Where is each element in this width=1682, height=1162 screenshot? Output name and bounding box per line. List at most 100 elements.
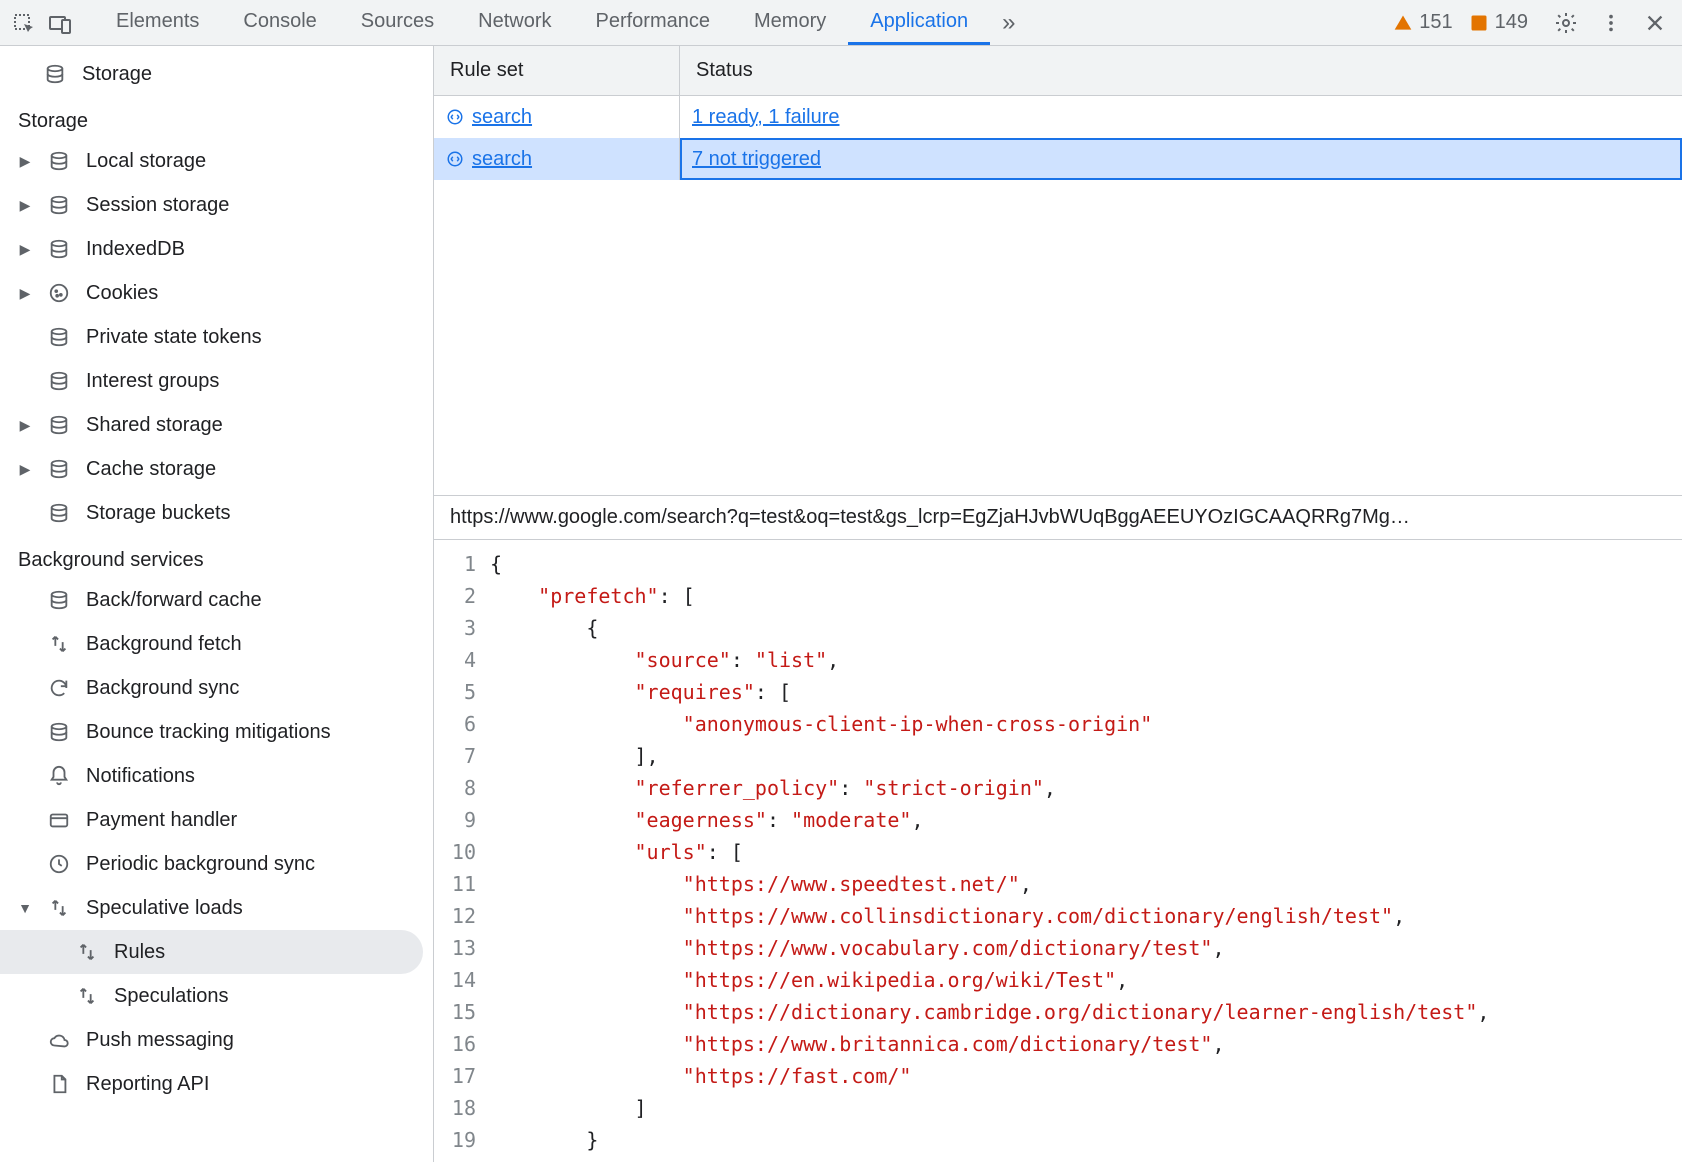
- clock-icon: [46, 853, 72, 875]
- sidebar-item-speculations[interactable]: Speculations: [0, 974, 433, 1018]
- rule-name-link[interactable]: search: [472, 106, 532, 129]
- sidebar-item-label: Reporting API: [86, 1073, 209, 1096]
- code-line: 19 }: [434, 1124, 1682, 1156]
- sidebar-item-rules[interactable]: Rules: [0, 930, 423, 974]
- db-icon: [46, 150, 72, 172]
- db-icon: [46, 458, 72, 480]
- code-line: 2 "prefetch": [: [434, 580, 1682, 612]
- db-icon: [46, 414, 72, 436]
- code-line: 7 ],: [434, 740, 1682, 772]
- device-toggle-icon[interactable]: [48, 12, 70, 34]
- sidebar-item-label: Private state tokens: [86, 326, 262, 349]
- sidebar-item-notifications[interactable]: ▶ Notifications: [0, 754, 433, 798]
- sidebar-item-storage-buckets[interactable]: ▶ Storage buckets: [0, 491, 433, 535]
- json-source-viewer[interactable]: 1{2 "prefetch": [3 {4 "source": "list",5…: [434, 540, 1682, 1162]
- line-number: 7: [434, 740, 490, 772]
- sidebar-item-private-state-tokens[interactable]: ▶ Private state tokens: [0, 315, 433, 359]
- tab-application[interactable]: Application: [848, 0, 990, 45]
- line-number: 18: [434, 1092, 490, 1124]
- tab-memory[interactable]: Memory: [732, 0, 848, 45]
- rule-name-link[interactable]: search: [472, 148, 532, 171]
- rules-table: Rule set Status search 1 ready, 1 failure…: [434, 46, 1682, 496]
- db-icon: [46, 370, 72, 392]
- sidebar-item-bounce-tracking-mitigations[interactable]: ▶ Bounce tracking mitigations: [0, 710, 433, 754]
- sidebar-item-speculative-loads[interactable]: ▼ Speculative loads: [0, 886, 433, 930]
- line-number: 6: [434, 708, 490, 740]
- sidebar-item-label: Notifications: [86, 765, 195, 788]
- sidebar-item-label: Background sync: [86, 677, 239, 700]
- sidebar-item-background-fetch[interactable]: ▶ Background fetch: [0, 622, 433, 666]
- issues-count[interactable]: 149: [1463, 11, 1534, 34]
- code-line: 6 "anonymous-client-ip-when-cross-origin…: [434, 708, 1682, 740]
- sidebar-item-push-messaging[interactable]: ▶ Push messaging: [0, 1018, 433, 1062]
- sidebar-item-label: Cache storage: [86, 458, 216, 481]
- sidebar-item-local-storage[interactable]: ▶ Local storage: [0, 139, 433, 183]
- sidebar-item-shared-storage[interactable]: ▶ Shared storage: [0, 403, 433, 447]
- line-number: 3: [434, 612, 490, 644]
- line-number: 13: [434, 932, 490, 964]
- sidebar-item-label: Bounce tracking mitigations: [86, 721, 331, 744]
- sidebar-item-label: Push messaging: [86, 1029, 234, 1052]
- sidebar-item-storage-top[interactable]: Storage: [0, 52, 433, 96]
- line-number: 15: [434, 996, 490, 1028]
- rule-status-link[interactable]: 7 not triggered: [692, 148, 821, 171]
- sidebar-item-periodic-background-sync[interactable]: ▶ Periodic background sync: [0, 842, 433, 886]
- chevron-down-icon[interactable]: ▼: [18, 900, 32, 916]
- line-number: 2: [434, 580, 490, 612]
- code-line: 10 "urls": [: [434, 836, 1682, 868]
- sidebar-item-reporting-api[interactable]: ▶ Reporting API: [0, 1062, 433, 1106]
- column-header-status[interactable]: Status: [680, 46, 1682, 95]
- db-icon: [46, 589, 72, 611]
- settings-icon[interactable]: [1554, 11, 1578, 35]
- line-number: 14: [434, 964, 490, 996]
- inspect-icon[interactable]: [12, 12, 34, 34]
- bell-icon: [46, 765, 72, 787]
- devtools-toolbar: ElementsConsoleSourcesNetworkPerformance…: [0, 0, 1682, 46]
- tab-network[interactable]: Network: [456, 0, 573, 45]
- sidebar-section-title: Storage: [0, 96, 433, 139]
- kebab-menu-icon[interactable]: [1600, 12, 1622, 34]
- chevron-right-icon[interactable]: ▶: [18, 241, 32, 258]
- column-header-ruleset[interactable]: Rule set: [434, 46, 680, 95]
- updown-icon: [46, 633, 72, 655]
- tab-performance[interactable]: Performance: [574, 0, 733, 45]
- chevron-right-icon[interactable]: ▶: [18, 285, 32, 302]
- sidebar-item-interest-groups[interactable]: ▶ Interest groups: [0, 359, 433, 403]
- code-line: 4 "source": "list",: [434, 644, 1682, 676]
- sidebar-item-background-sync[interactable]: ▶ Background sync: [0, 666, 433, 710]
- code-line: 8 "referrer_policy": "strict-origin",: [434, 772, 1682, 804]
- close-icon[interactable]: [1644, 12, 1666, 34]
- tab-console[interactable]: Console: [221, 0, 338, 45]
- chevron-right-icon[interactable]: ▶: [18, 153, 32, 170]
- sidebar-item-payment-handler[interactable]: ▶ Payment handler: [0, 798, 433, 842]
- chevron-right-icon[interactable]: ▶: [18, 197, 32, 214]
- code-line: 3 {: [434, 612, 1682, 644]
- line-number: 17: [434, 1060, 490, 1092]
- sidebar-item-label: Interest groups: [86, 370, 219, 393]
- cloud-icon: [46, 1029, 72, 1051]
- sidebar-item-cookies[interactable]: ▶ Cookies: [0, 271, 433, 315]
- issues-count-value: 149: [1495, 11, 1528, 34]
- sidebar-item-session-storage[interactable]: ▶ Session storage: [0, 183, 433, 227]
- code-line: 12 "https://www.collinsdictionary.com/di…: [434, 900, 1682, 932]
- code-icon: [446, 108, 464, 126]
- chevron-right-icon[interactable]: ▶: [18, 417, 32, 434]
- code-line: 13 "https://www.vocabulary.com/dictionar…: [434, 932, 1682, 964]
- code-icon: [446, 150, 464, 168]
- sidebar-item-label: Speculative loads: [86, 897, 243, 920]
- warnings-count[interactable]: 151: [1387, 11, 1458, 34]
- tabs-overflow-button[interactable]: »: [990, 9, 1027, 37]
- line-number: 8: [434, 772, 490, 804]
- sidebar-item-label: Rules: [114, 941, 165, 964]
- sidebar-item-back-forward-cache[interactable]: ▶ Back/forward cache: [0, 578, 433, 622]
- rule-row[interactable]: search 1 ready, 1 failure: [434, 96, 1682, 138]
- tab-sources[interactable]: Sources: [339, 0, 456, 45]
- rule-source-url[interactable]: https://www.google.com/search?q=test&oq=…: [434, 496, 1682, 540]
- rule-row[interactable]: search 7 not triggered: [434, 138, 1682, 180]
- chevron-right-icon[interactable]: ▶: [18, 461, 32, 478]
- rule-status-link[interactable]: 1 ready, 1 failure: [692, 106, 840, 129]
- sidebar-item-indexeddb[interactable]: ▶ IndexedDB: [0, 227, 433, 271]
- tab-elements[interactable]: Elements: [94, 0, 221, 45]
- sidebar-item-label: Cookies: [86, 282, 158, 305]
- sidebar-item-cache-storage[interactable]: ▶ Cache storage: [0, 447, 433, 491]
